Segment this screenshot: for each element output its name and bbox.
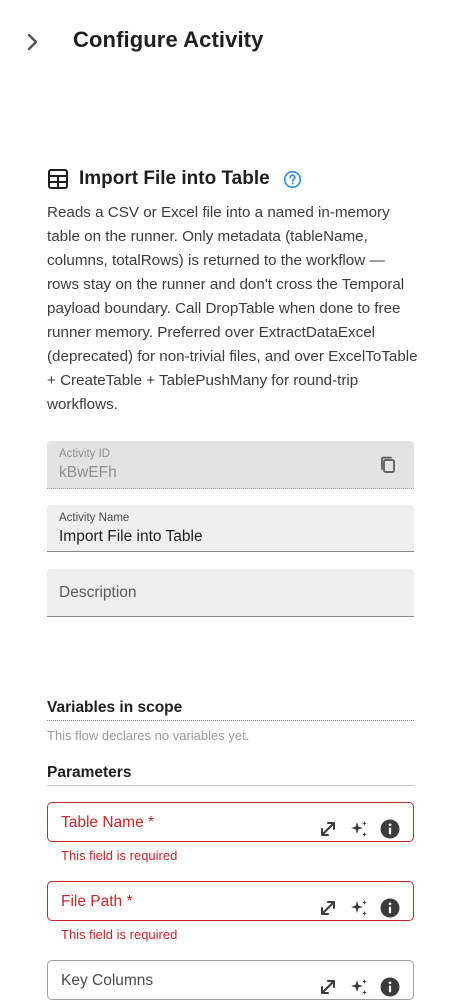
info-icon[interactable] [379,818,401,840]
activity-name-label: Activity Name [59,512,130,524]
activity-id-value: kBwEFh [59,464,117,481]
key-columns-label: Key Columns [61,972,154,989]
variables-empty-note: This flow declares no variables yet. [47,728,250,743]
expand-icon[interactable] [317,897,339,919]
activity-title: Import File into Table [79,168,270,189]
file-path-label: File Path * [61,893,133,910]
file-path-input[interactable]: File Path * [47,881,414,921]
param-actions [308,818,401,840]
activity-description: Reads a CSV or Excel file into a named i… [47,204,418,413]
help-circle-icon[interactable] [283,170,302,189]
key-columns-input[interactable]: Key Columns [47,960,414,1000]
sparkle-icon[interactable] [348,897,370,919]
file-path-error: This field is required [61,927,178,942]
variables-section-title: Variables in scope [47,699,414,721]
table-name-error: This field is required [61,848,178,863]
sparkle-icon[interactable] [348,976,370,998]
param-actions [308,897,401,919]
description-placeholder: Description [59,584,137,601]
copy-icon[interactable] [378,455,398,475]
activity-heading: Import File into Table [47,165,302,193]
table-name-input[interactable]: Table Name * [47,802,414,842]
expand-icon[interactable] [317,818,339,840]
expand-icon[interactable] [317,976,339,998]
activity-name-value: Import File into Table [59,528,203,545]
activity-name-field[interactable]: Activity Name Import File into Table [47,505,414,552]
description-field[interactable]: Description [47,569,414,617]
page-title: Configure Activity [73,27,264,52]
table-icon [48,169,68,189]
activity-id-field: Activity ID kBwEFh [47,441,414,489]
activity-id-label: Activity ID [59,448,111,460]
parameters-section-title: Parameters [47,764,414,786]
info-icon[interactable] [379,897,401,919]
param-actions [308,976,401,998]
info-icon[interactable] [379,976,401,998]
table-name-label: Table Name * [61,814,155,831]
chevron-right-icon[interactable] [20,29,46,55]
sparkle-icon[interactable] [348,818,370,840]
panel-header: Configure Activity [0,0,470,84]
